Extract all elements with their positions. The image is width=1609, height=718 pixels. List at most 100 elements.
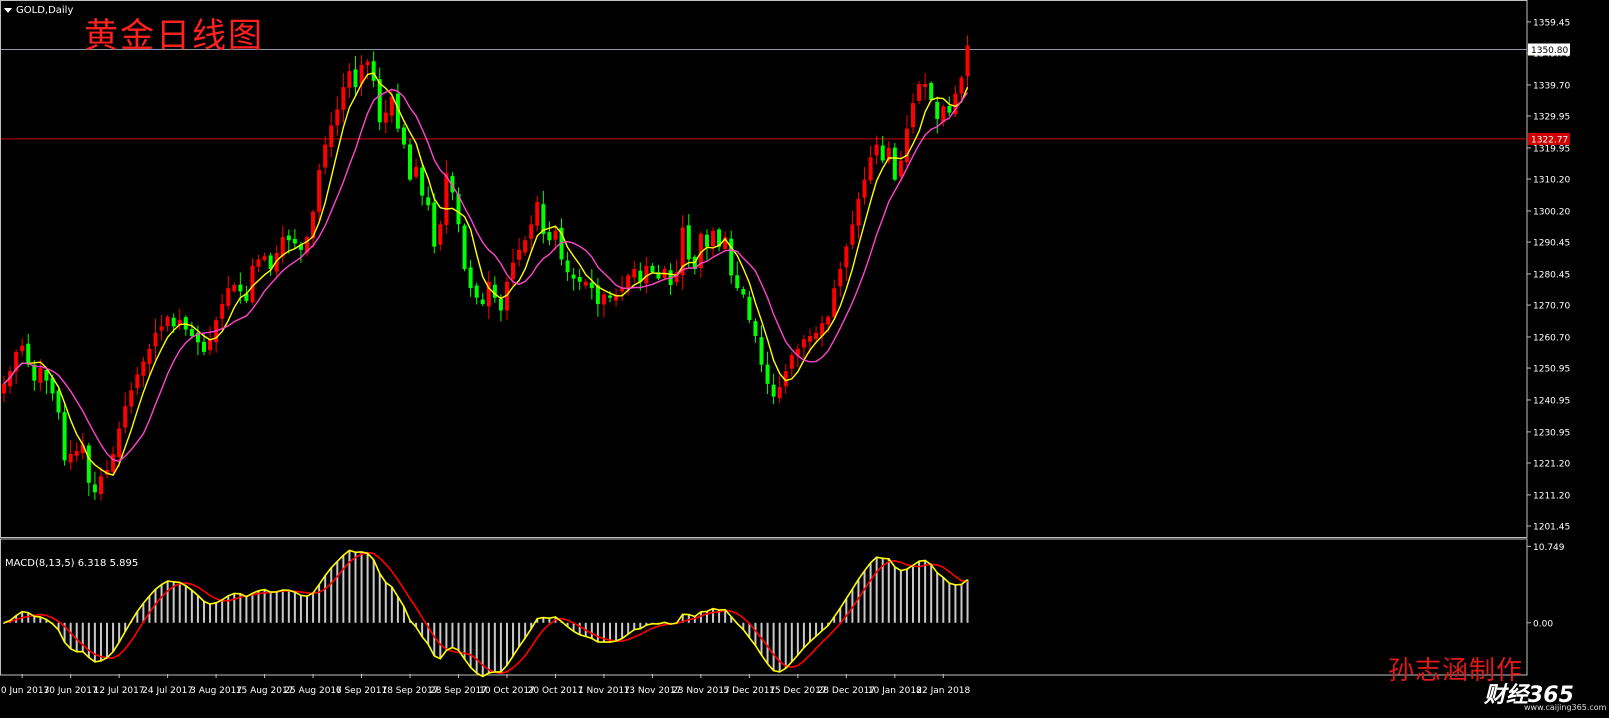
candle-body	[626, 275, 631, 288]
macd-bar	[451, 622, 454, 648]
candle-body	[850, 224, 855, 245]
candle-body	[583, 281, 588, 286]
macd-bar	[845, 598, 848, 623]
time-tick-label: 3 Aug 2017	[190, 686, 242, 696]
macd-bar	[439, 622, 442, 659]
candle-body	[947, 105, 952, 113]
candle[interactable]	[917, 81, 922, 105]
macd-bar	[808, 622, 811, 642]
macd-bar	[372, 559, 375, 623]
candle[interactable]	[408, 138, 413, 182]
candle-body	[632, 269, 637, 278]
macd-bar	[784, 622, 787, 669]
price-tick-label: 1201.45	[1533, 522, 1570, 532]
price-tick-label: 1290.45	[1533, 239, 1570, 249]
macd-bar	[899, 570, 902, 623]
time-tick-label: 28 Dec 2017	[818, 686, 876, 696]
candle-body	[650, 265, 655, 273]
macd-bar	[712, 608, 715, 623]
candle-body	[892, 147, 897, 180]
macd-bar	[578, 622, 581, 635]
macd-bar	[233, 593, 236, 623]
price-tag: 1350.80	[1528, 43, 1570, 56]
macd-bar	[178, 582, 181, 623]
time-tick-label: 20 Oct 2017	[528, 686, 584, 696]
price-tick-label: 1230.95	[1533, 428, 1570, 438]
macd-bar	[481, 622, 484, 677]
candle-body	[147, 348, 152, 364]
macd-bar	[766, 622, 769, 664]
macd-bar	[857, 579, 860, 623]
macd-bar	[615, 622, 618, 641]
candle-body	[347, 71, 352, 88]
time-tick-label: 10 Oct 2017	[479, 686, 535, 696]
candle-body	[68, 454, 73, 463]
price-tick-label: 1240.95	[1533, 396, 1570, 406]
candle-body	[232, 284, 237, 292]
time-tick-label: 6 Sep 2017	[336, 686, 387, 696]
macd-bar	[75, 622, 78, 652]
macd-bar	[112, 622, 115, 652]
time-tick-label: 25 Aug 2017	[284, 686, 342, 696]
macd-bar	[287, 590, 290, 623]
candle-body	[141, 361, 146, 376]
macd-bar	[275, 591, 278, 623]
macd-bar	[493, 622, 496, 672]
candle-body	[123, 406, 128, 428]
price-tick-label: 1319.95	[1533, 144, 1570, 154]
macd-bar	[251, 593, 254, 623]
candle-body	[511, 262, 516, 280]
macd-bar	[312, 593, 315, 623]
candle-body	[929, 82, 934, 100]
macd-bar	[869, 562, 872, 623]
macd-bar	[69, 622, 72, 649]
candle-body	[801, 339, 806, 348]
candle[interactable]	[929, 81, 934, 102]
candle[interactable]	[892, 142, 897, 182]
macd-bar	[487, 622, 490, 673]
price-tag: 1322.77	[1528, 132, 1570, 145]
price-tick-label: 1359.45	[1533, 18, 1570, 28]
candle[interactable]	[462, 223, 467, 272]
candle-body	[832, 288, 837, 318]
candle-body	[814, 332, 819, 339]
macd-bar	[469, 622, 472, 668]
time-tick-label: 22 Jan 2018	[916, 686, 970, 696]
macd-bar	[269, 592, 272, 623]
candle-body	[365, 61, 370, 66]
candle-body	[383, 112, 388, 123]
time-tick-label: 10 Jan 2018	[868, 686, 922, 696]
price-tick-label: 1310.20	[1533, 176, 1570, 186]
macd-bar	[215, 602, 218, 623]
candle-body	[589, 282, 594, 289]
candle-body	[226, 288, 231, 306]
candle-body	[292, 238, 297, 244]
candle-body	[189, 329, 194, 336]
macd-bar	[596, 622, 599, 643]
gold-daily-chart[interactable]: 1359.451349.701339.701329.951319.951310.…	[0, 0, 1609, 718]
candle[interactable]	[317, 163, 322, 221]
macd-bar	[881, 558, 884, 623]
candle-body	[711, 230, 716, 247]
macd-tick-label: 0.00	[1533, 619, 1553, 629]
macd-bar	[796, 622, 799, 656]
macd-bar	[196, 595, 199, 623]
price-tick-label: 1250.95	[1533, 365, 1570, 375]
macd-bar	[863, 570, 866, 623]
macd-bar	[893, 566, 896, 623]
candle-body	[256, 259, 261, 267]
candle-body	[923, 83, 928, 88]
candle-body	[159, 326, 164, 331]
candle-body	[765, 364, 770, 384]
candle-body	[498, 298, 503, 311]
symbol-menu-arrow-icon[interactable]	[4, 8, 12, 13]
time-tick-label: 30 Jun 2017	[44, 686, 98, 696]
macd-bar	[245, 596, 248, 623]
macd-bar	[936, 572, 939, 623]
price-tick-label: 1300.20	[1533, 207, 1570, 217]
time-tick-label: 23 Nov 2017	[672, 686, 730, 696]
candle-body	[771, 384, 776, 397]
candle-body	[420, 167, 425, 196]
candle-body	[741, 289, 746, 295]
macd-bar	[366, 553, 369, 623]
